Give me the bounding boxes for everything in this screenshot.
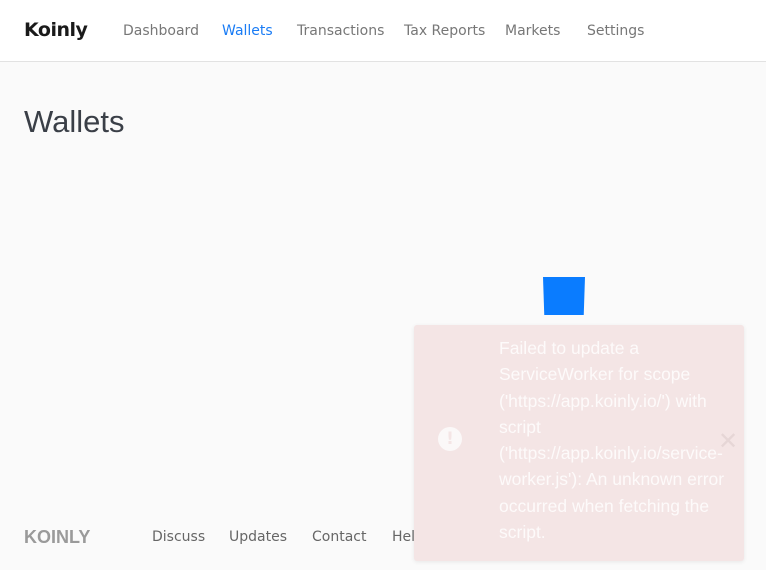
footer-logo: KOINLY	[24, 527, 91, 547]
top-nav-bar: Koinly Dashboard Wallets Transactions Ta…	[0, 0, 766, 62]
nav-dashboard[interactable]: Dashboard	[123, 23, 199, 39]
nav-markets[interactable]: Markets	[505, 23, 560, 39]
exclamation-circle-icon: !	[438, 427, 462, 451]
koinly-logo[interactable]: Koinly	[24, 19, 88, 41]
footer-link-discuss[interactable]: Discuss	[152, 529, 205, 545]
nav-settings[interactable]: Settings	[587, 23, 644, 39]
page-title: Wallets	[24, 104, 125, 139]
loading-spinner	[543, 277, 585, 315]
close-icon[interactable]: ✕	[718, 427, 738, 455]
toast-message: Failed to update a ServiceWorker for sco…	[499, 338, 725, 543]
nav-transactions[interactable]: Transactions	[297, 23, 384, 39]
footer-link-updates[interactable]: Updates	[229, 529, 287, 545]
footer-link-contact[interactable]: Contact	[312, 529, 366, 545]
nav-wallets[interactable]: Wallets	[222, 23, 273, 39]
nav-tax-reports[interactable]: Tax Reports	[404, 23, 485, 39]
error-toast: ! Failed to update a ServiceWorker for s…	[414, 325, 744, 561]
